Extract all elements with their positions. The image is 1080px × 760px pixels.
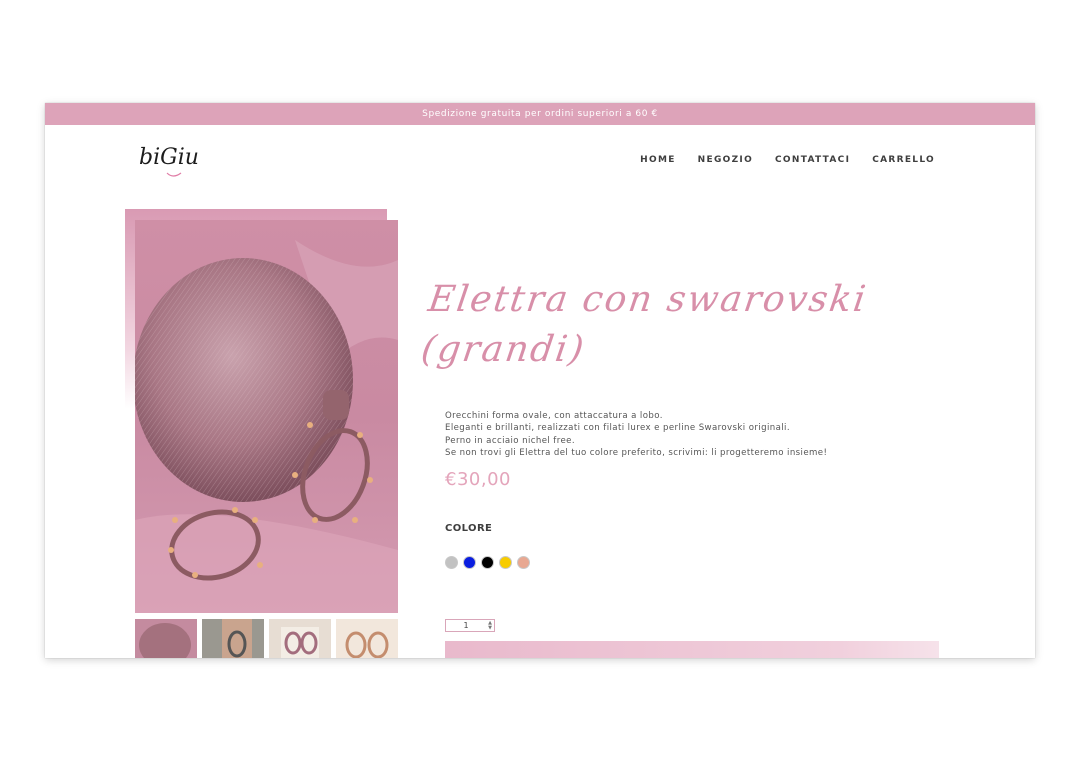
product-title: Elettra con swarovski (grandi) — [418, 279, 870, 370]
main-navigation: HOME NEGOZIO CONTATTACI CARRELLO — [640, 155, 935, 165]
product-main-image[interactable] — [135, 220, 398, 613]
browser-viewport: Spedizione gratuita per ordini superiori… — [45, 103, 1035, 658]
description-line: Orecchini forma ovale, con attaccatura a… — [445, 411, 663, 421]
thumbnail-1[interactable] — [135, 619, 197, 658]
add-to-cart-button[interactable] — [445, 641, 939, 658]
thumbnail-4[interactable] — [336, 619, 398, 658]
nav-contact[interactable]: CONTATTACI — [775, 155, 850, 165]
shipping-announcement-text: Spedizione gratuita per ordini superiori… — [422, 109, 658, 119]
product-thumbnail-gallery — [135, 619, 398, 658]
description-line: Perno in acciaio nichel free. — [445, 435, 575, 446]
nav-shop[interactable]: NEGOZIO — [698, 155, 753, 165]
thumbnail-3[interactable] — [269, 619, 331, 658]
product-description: Orecchini forma ovale, con attaccatura a… — [445, 410, 925, 460]
thumbnail-2[interactable] — [202, 619, 264, 658]
description-line: Eleganti e brillanti, realizzati con fil… — [445, 423, 790, 434]
product-price: €30,00 — [445, 469, 511, 490]
color-swatch-grey[interactable] — [445, 556, 458, 569]
description-line: Se non trovi gli Elettra del tuo colore … — [445, 448, 828, 459]
color-swatches — [445, 556, 530, 569]
quantity-value: 1 — [463, 621, 469, 630]
nav-home[interactable]: HOME — [640, 155, 676, 165]
site-logo[interactable]: biGiu — [137, 133, 217, 183]
up-down-arrows-icon[interactable]: ▲ ▼ — [486, 620, 494, 631]
color-swatch-yellow[interactable] — [499, 556, 512, 569]
color-swatch-black[interactable] — [481, 556, 494, 569]
color-swatch-blue[interactable] — [463, 556, 476, 569]
logo-wordmark: biGiu — [139, 145, 199, 170]
shipping-announcement-bar: Spedizione gratuita per ordini superiori… — [45, 103, 1035, 125]
color-option-label: COLORE — [445, 523, 493, 534]
quantity-stepper[interactable]: 1 ▲ ▼ — [445, 619, 495, 632]
color-swatch-peach[interactable] — [517, 556, 530, 569]
nav-cart[interactable]: CARRELLO — [872, 155, 935, 165]
